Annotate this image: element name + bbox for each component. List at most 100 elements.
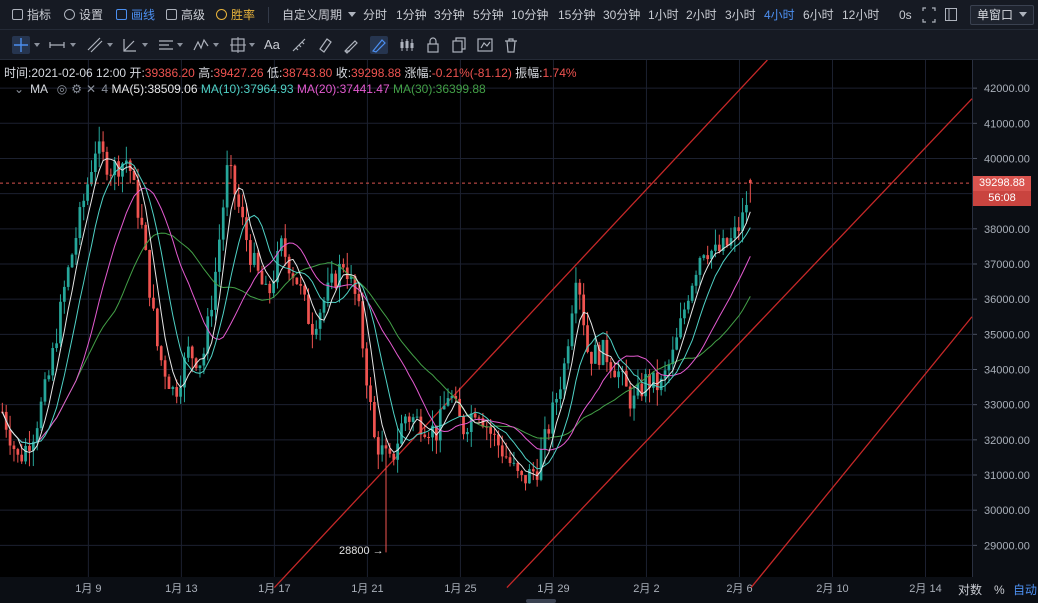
candle-body [655,372,659,391]
period-tab[interactable]: 1分钟 [396,0,427,30]
price-chart[interactable]: 29000.00 30000.00 31000.00 32000.00 33000.00… [0,60,1038,600]
candle-body [582,294,586,326]
candle-body [24,445,27,462]
period-tab[interactable]: 2小时 [686,0,717,30]
copy-icon[interactable] [450,36,468,54]
custom-period-dropdown[interactable]: 自定义周期 [282,0,357,30]
candle-countdown-tag: 56:08 [973,191,1031,207]
candle-body [694,274,698,286]
winrate-icon [216,9,227,20]
draw-line-label: 画线 [131,8,156,22]
period-tab[interactable]: 6小时 [803,0,834,30]
period-tab[interactable]: 12小时 [842,0,879,30]
period-tab[interactable]: 1小时 [648,0,679,30]
text-tool[interactable]: Aa [264,36,280,54]
candle-body [551,402,555,434]
percent-scale-toggle[interactable]: % [994,580,1005,600]
candle-body [737,227,741,231]
period-tab[interactable]: 5分钟 [473,0,504,30]
candle-body [241,206,244,218]
log-scale-toggle[interactable]: 对数 [958,580,982,600]
angle-icon[interactable] [121,36,139,54]
period-tab[interactable]: 3分钟 [434,0,465,30]
candle-body [268,283,272,294]
candle-body [473,413,477,418]
candle-body [198,365,202,369]
winrate-label: 胜率 [231,8,256,22]
candle-body [605,339,609,363]
horizontal-line-icon[interactable] [48,36,66,54]
candle-body [384,445,388,449]
eye-icon[interactable]: ◎ [57,82,67,96]
candle-body [210,309,213,317]
candle-body [155,308,159,347]
close-icon[interactable]: ✕ [86,82,96,96]
indicator-button[interactable]: 指标 [12,0,51,30]
time-scroll-handle[interactable] [526,599,556,603]
candle-body [690,285,694,301]
advanced-icon [166,9,177,20]
candle-body [512,462,516,464]
fullscreen-icon[interactable] [922,0,936,30]
winrate-button[interactable]: 胜率 [216,0,255,30]
collapse-icon[interactable]: ⌄ [14,82,24,96]
window-layout-icon[interactable] [944,0,958,30]
period-tab[interactable]: 4小时 [764,0,795,30]
candle-body [590,351,593,364]
candle-body [679,318,682,338]
candle-body [47,375,51,380]
candle-body [136,179,140,218]
candle-body [78,207,82,239]
ohlc-info: 时间:2021-02-06 12:00 开:39386.20 高:39427.2… [4,64,577,81]
lock-icon[interactable] [424,36,442,54]
advanced-button[interactable]: 高级 [166,0,205,30]
candle-body [8,429,12,446]
candle-body [86,184,89,201]
period-tab[interactable]: 分时 [363,0,387,30]
crosshair-icon[interactable] [12,36,30,54]
candle-body [671,349,675,365]
candle-body [675,337,679,350]
candles-icon[interactable] [398,36,416,54]
window-mode-dropdown[interactable]: 单窗口 [970,5,1035,25]
candle-body [663,370,667,379]
candle-body [683,309,686,319]
magnet-icon[interactable] [316,36,334,54]
settings-button[interactable]: 设置 [64,0,103,30]
candle-body [62,286,66,302]
auto-scale-toggle[interactable]: 自动 [1013,580,1037,600]
custom-period-label: 自定义周期 [282,8,343,22]
close-label: 收: [335,66,352,80]
period-tab[interactable]: 3小时 [725,0,756,30]
y-tick-label: 41000.00 [984,118,1030,130]
draw-line-button[interactable]: 画线 [116,0,155,30]
candle-body [140,217,144,225]
candle-body [466,431,469,435]
parallel-lines-icon[interactable] [157,36,175,54]
candle-body [415,416,419,418]
toolbar-divider [268,7,269,23]
countdown-label: 0s [899,8,912,22]
amplitude-value: 1.74% [542,66,577,80]
candle-body [566,346,570,364]
draw-mode-icon[interactable] [370,36,388,54]
open-value: 39386.20 [144,66,195,80]
candle-body [493,433,496,435]
rectangle-icon[interactable] [229,36,247,54]
candle-body [562,363,566,390]
trend-line-icon[interactable] [86,36,104,54]
measure-icon[interactable] [290,36,308,54]
period-tab[interactable]: 15分钟 [558,0,595,30]
y-tick-label: 31000.00 [984,470,1030,482]
period-tab[interactable]: 10分钟 [511,0,548,30]
settings-icon[interactable] [476,36,494,54]
candle-body [477,417,481,419]
eraser-icon[interactable] [342,36,360,54]
gear-icon[interactable]: ⚙ [71,82,82,96]
candle-body [97,141,101,154]
fibonacci-icon[interactable] [192,36,210,54]
candle-body [733,227,737,239]
y-tick-label: 33000.00 [984,400,1030,412]
period-tab[interactable]: 30分钟 [603,0,640,30]
delete-icon[interactable] [502,36,520,54]
